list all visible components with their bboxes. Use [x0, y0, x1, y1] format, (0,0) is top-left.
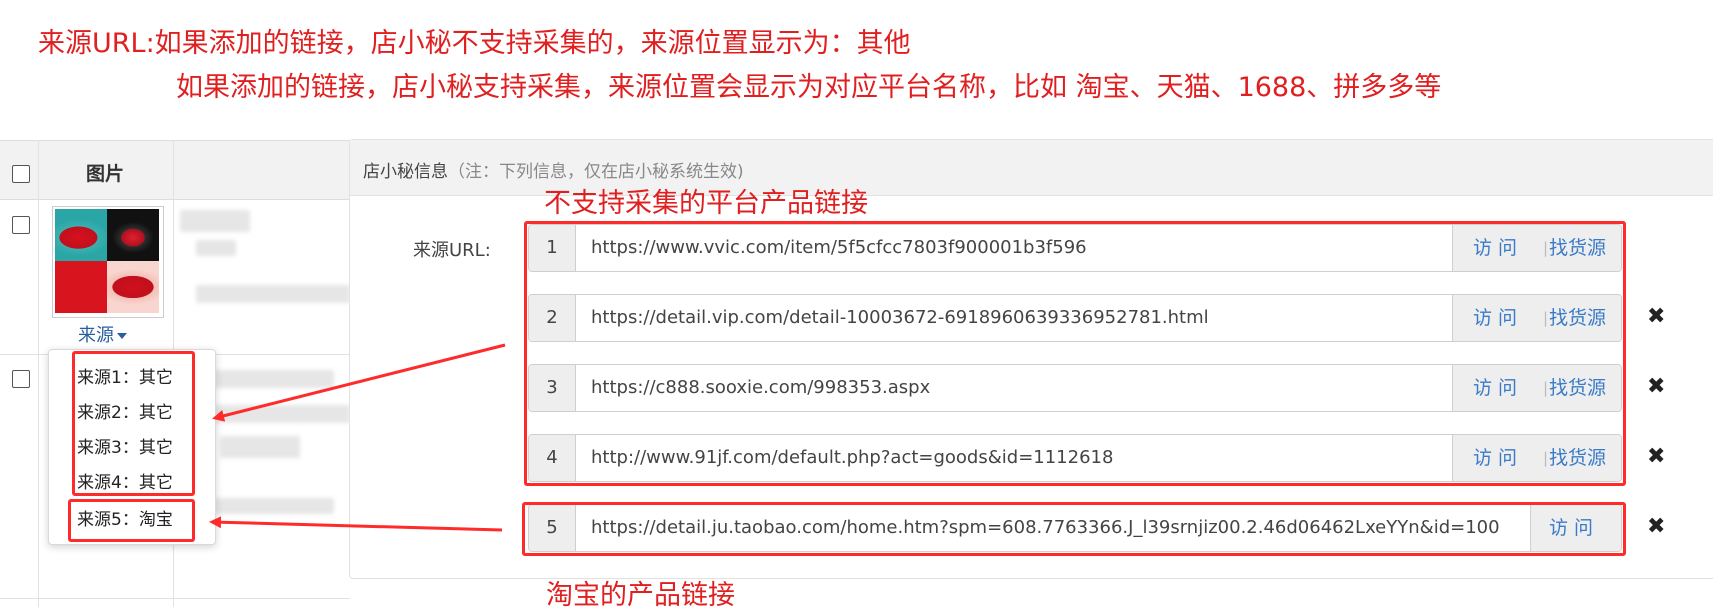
callout-arrows [209, 343, 506, 532]
arrow-to-other-sources [212, 343, 506, 422]
arrow-to-taobao-source [209, 516, 503, 532]
